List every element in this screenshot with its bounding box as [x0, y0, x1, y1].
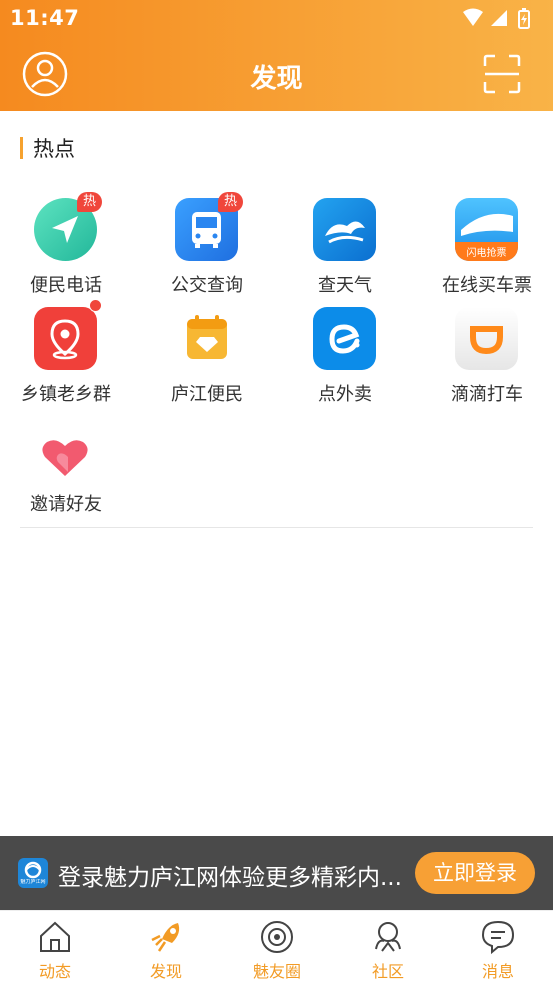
hot-badge: 热 [77, 192, 103, 212]
message-icon [481, 920, 515, 955]
tab-community[interactable]: 社区 [333, 911, 443, 985]
eleme-icon [313, 307, 376, 370]
community-icon [375, 922, 401, 952]
tab-label: 发现 [149, 962, 182, 981]
app-logo-icon: 魅力庐江网 [18, 858, 48, 888]
didi-icon [455, 307, 518, 370]
section-title: 热点 [20, 135, 75, 161]
tab-label: 魅友圈 [252, 962, 301, 981]
camera-icon [261, 921, 293, 953]
tab-label: 社区 [371, 962, 404, 981]
login-banner: 魅力庐江网 登录魅力庐江网体验更多精彩内... 立即登录 [0, 836, 553, 910]
battery-icon [518, 8, 530, 29]
bottom-tab-bar: 动态 发现 魅友圈 社区 消息 [0, 910, 553, 985]
section-divider [20, 527, 533, 528]
train-icon-text: 闪电抢票 [466, 248, 507, 259]
status-icons [461, 8, 541, 29]
grid-item-label: 点外卖 [318, 384, 372, 405]
app-logo-text: 魅力庐江网 [20, 879, 46, 885]
home-icon [40, 921, 70, 952]
weather-icon [313, 198, 376, 261]
grid-item-label: 在线买车票 [442, 275, 532, 296]
calendar-diamond-icon [175, 307, 238, 370]
grid-item-label: 乡镇老乡群 [21, 384, 111, 405]
grid-item-label: 滴滴打车 [451, 384, 523, 405]
scan-button[interactable] [483, 54, 521, 94]
status-time: 11:47 [10, 6, 80, 30]
location-pin-icon [34, 307, 97, 370]
wifi-icon [463, 8, 483, 26]
train-icon: 闪电抢票 [455, 198, 518, 261]
grid-item-label: 公交查询 [171, 275, 243, 296]
grid-item-label: 庐江便民 [171, 384, 243, 405]
page-title: 发现 [250, 64, 303, 94]
tab-friends-circle[interactable]: 魅友圈 [222, 911, 332, 985]
banner-text: 登录魅力庐江网体验更多精彩内... [58, 865, 402, 891]
header: 11:47 发现 [0, 0, 553, 111]
signal-icon [491, 10, 507, 26]
tab-label: 动态 [38, 962, 71, 981]
tab-dynamic[interactable]: 动态 [0, 911, 110, 985]
notification-dot [89, 299, 102, 312]
tab-messages[interactable]: 消息 [443, 911, 553, 985]
hot-badge: 热 [218, 192, 244, 212]
login-button[interactable]: 立即登录 [415, 852, 535, 894]
section-accent-bar [20, 137, 23, 159]
grid-item-label: 邀请好友 [30, 494, 102, 515]
grid-item-label: 便民电话 [30, 275, 102, 296]
section-title-text: 热点 [33, 137, 75, 161]
grid-item-label: 查天气 [318, 275, 372, 296]
heart-icon [34, 426, 97, 489]
status-bar: 11:47 [0, 0, 553, 38]
scan-icon [483, 54, 521, 94]
rocket-icon [151, 923, 180, 952]
tab-label: 消息 [481, 962, 514, 981]
tab-discover[interactable]: 发现 [111, 911, 221, 985]
